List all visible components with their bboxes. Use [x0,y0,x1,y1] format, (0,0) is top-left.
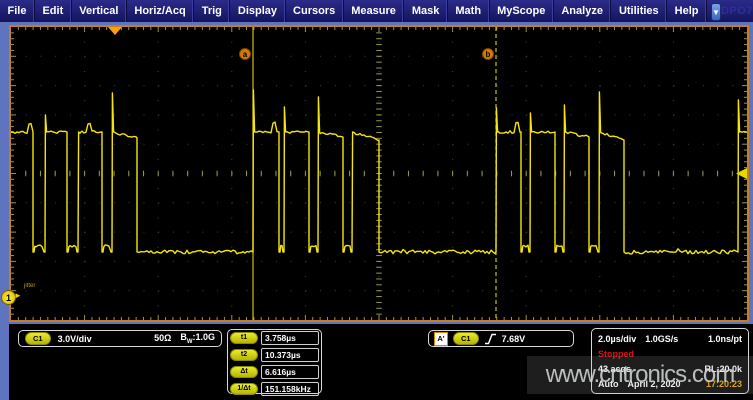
termination: 50Ω [154,333,171,343]
cursor-readout-rows: t13.758µst210.373µsΔt6.616µs1/Δt151.158k… [230,331,319,396]
cursor-a-handle-label: a [243,50,248,59]
menu-item-edit[interactable]: Edit [35,0,72,22]
vertical-scale: 3.0V/div [58,334,92,344]
menu-item-cursors[interactable]: Cursors [286,0,344,22]
oscilloscope-screen: FileEditVerticalHoriz/AcqTrigDisplayCurs… [0,0,753,400]
cursor-badge: t2 [230,349,258,361]
menu-item-math[interactable]: Math [448,0,490,22]
menu-item-file[interactable]: File [0,0,35,22]
menu-overflow-button[interactable]: ▼ [711,3,721,21]
cursor-badge: t1 [230,332,258,344]
trigger-level: 7.68V [502,334,526,344]
menu-item-myscope[interactable]: MyScope [490,0,554,22]
trigger-source-badge: C1 [453,332,479,345]
menu-item-help[interactable]: Help [667,0,707,22]
trigger-mode-badge: A' [434,332,448,346]
rising-edge-icon [484,333,497,345]
graticule: ab [9,25,749,322]
cursor-row--t: Δt6.616µs [230,365,319,379]
cursor-row-t2: t210.373µs [230,348,319,362]
sample-rate: 1.0GS/s [645,334,678,344]
cursor-badge: 1/Δt [230,383,258,395]
bandwidth: BW:1.0G [180,332,215,345]
timebase: 2.0µs/div [598,334,636,344]
cursor-value: 151.158kHz [261,382,319,396]
menu-item-analyze[interactable]: Analyze [554,0,612,22]
cursor-row-t1: t13.758µs [230,331,319,345]
menu-items: FileEditVerticalHoriz/AcqTrigDisplayCurs… [0,0,707,22]
menu-item-measure[interactable]: Measure [344,0,405,22]
cursor-value: 10.373µs [261,348,319,362]
trace-label: jitter [24,283,35,289]
menu-item-trig[interactable]: Trig [194,0,230,22]
timebase-row: 2.0µs/div 1.0GS/s 1.0ns/pt [598,334,742,344]
cursor-value: 6.616µs [261,365,319,379]
cursor-row-1-t: 1/Δt151.158kHz [230,382,319,396]
channel1-readout: C1 3.0V/div 50Ω BW:1.0G [18,330,222,347]
trigger-readout: A' C1 7.68V [428,330,574,347]
model-label: DPO7104C [721,5,753,17]
cursor-value: 3.758µs [261,331,319,345]
channel1-badge[interactable]: C1 [25,332,51,345]
cursor-badge: Δt [230,366,258,378]
channel1-settings: 50Ω BW:1.0G [154,332,215,345]
resolution: 1.0ns/pt [708,334,742,344]
scope-bezel: ab 1 ► jitter [0,22,753,324]
menu-bar: FileEditVerticalHoriz/AcqTrigDisplayCurs… [0,0,753,22]
menu-item-vertical[interactable]: Vertical [72,0,127,22]
channel1-arrow-icon: ► [14,292,22,300]
menu-item-display[interactable]: Display [230,0,285,22]
menu-item-mask[interactable]: Mask [404,0,448,22]
left-bezel-strip [0,324,9,400]
chevron-down-icon: ▼ [712,8,720,17]
cursor-readout: t13.758µst210.373µsΔt6.616µs1/Δt151.158k… [227,329,322,394]
waveform-display: ab [11,27,747,320]
watermark: www.cntronics.com [527,356,753,394]
cursor-b-handle-label: b [486,50,491,59]
menu-item-utilities[interactable]: Utilities [611,0,667,22]
menu-item-horiz-acq[interactable]: Horiz/Acq [127,0,194,22]
titlebar-right: DPO7104C Tek – X [721,0,753,22]
trigger-position-marker[interactable] [108,27,122,35]
